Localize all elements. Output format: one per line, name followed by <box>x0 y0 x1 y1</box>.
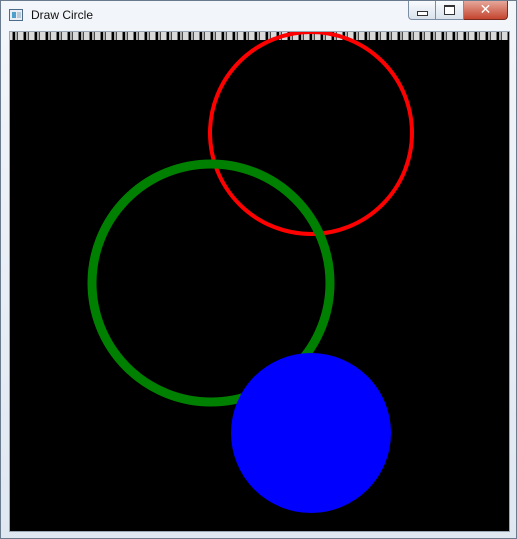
window-controls: ✕ <box>408 1 508 21</box>
close-button[interactable]: ✕ <box>464 1 508 20</box>
minimize-button[interactable] <box>408 1 436 20</box>
red-circle <box>208 32 414 236</box>
blue-circle <box>231 353 391 513</box>
drawing-canvas[interactable] <box>9 31 510 532</box>
window-title: Draw Circle <box>31 8 94 22</box>
maximize-button[interactable] <box>436 1 464 20</box>
minimize-icon <box>416 10 428 16</box>
restore-icon <box>444 5 455 15</box>
title-bar[interactable]: Draw Circle ✕ <box>1 1 516 29</box>
app-window: Draw Circle ✕ <box>0 0 517 539</box>
close-icon: ✕ <box>479 2 492 18</box>
circle-canvas <box>87 32 414 513</box>
app-icon[interactable] <box>9 9 23 21</box>
